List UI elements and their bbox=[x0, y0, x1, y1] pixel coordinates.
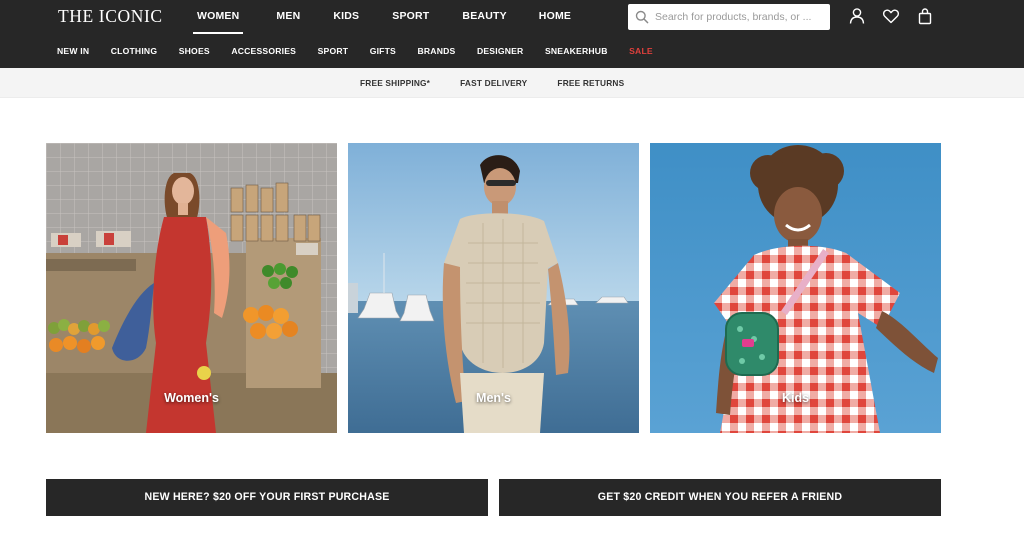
account-icon[interactable] bbox=[848, 7, 866, 25]
dept-men[interactable]: MEN bbox=[276, 0, 300, 34]
search-icon bbox=[635, 10, 649, 24]
search-box[interactable] bbox=[628, 4, 830, 30]
promo-free-shipping[interactable]: FREE SHIPPING* bbox=[360, 68, 430, 98]
nav-new-in[interactable]: NEW IN bbox=[57, 34, 89, 68]
promo-free-returns[interactable]: FREE RETURNS bbox=[557, 68, 624, 98]
first-purchase-offer-button[interactable]: NEW HERE? $20 OFF YOUR FIRST PURCHASE bbox=[46, 479, 488, 516]
tile-label-womens: Women's bbox=[164, 391, 219, 405]
kids-photo bbox=[650, 143, 941, 433]
site-header: THE ICONIC WOMEN MEN KIDS SPORT BEAUTY H… bbox=[0, 0, 1024, 68]
dept-beauty[interactable]: BEAUTY bbox=[462, 0, 506, 34]
dept-sport[interactable]: SPORT bbox=[392, 0, 429, 34]
logo[interactable]: THE ICONIC bbox=[58, 6, 163, 26]
womens-photo bbox=[46, 143, 337, 433]
category-tile-kids[interactable]: Kids bbox=[650, 143, 941, 433]
category-tile-mens[interactable]: Men's bbox=[348, 143, 639, 433]
nav-sport[interactable]: SPORT bbox=[318, 34, 349, 68]
search-input[interactable] bbox=[655, 5, 825, 29]
category-nav: NEW IN CLOTHING SHOES ACCESSORIES SPORT … bbox=[57, 34, 674, 68]
nav-shoes[interactable]: SHOES bbox=[179, 34, 210, 68]
dept-kids[interactable]: KIDS bbox=[333, 0, 359, 34]
promo-fast-delivery[interactable]: FAST DELIVERY bbox=[460, 68, 527, 98]
nav-sale[interactable]: SALE bbox=[629, 34, 653, 68]
nav-clothing[interactable]: CLOTHING bbox=[111, 34, 157, 68]
promo-strip: FREE SHIPPING* FAST DELIVERY FREE RETURN… bbox=[0, 68, 1024, 98]
dept-women[interactable]: WOMEN bbox=[192, 0, 244, 34]
department-nav: WOMEN MEN KIDS SPORT BEAUTY HOME bbox=[180, 0, 571, 34]
dept-home[interactable]: HOME bbox=[539, 0, 571, 34]
nav-accessories[interactable]: ACCESSORIES bbox=[231, 34, 296, 68]
nav-brands[interactable]: BRANDS bbox=[418, 34, 456, 68]
nav-sneakerhub[interactable]: SNEAKERHUB bbox=[545, 34, 608, 68]
tile-label-kids: Kids bbox=[781, 391, 810, 405]
nav-designer[interactable]: DESIGNER bbox=[477, 34, 524, 68]
shopping-bag-icon[interactable] bbox=[916, 7, 934, 25]
refer-friend-button[interactable]: GET $20 CREDIT WHEN YOU REFER A FRIEND bbox=[499, 479, 941, 516]
nav-gifts[interactable]: GIFTS bbox=[370, 34, 396, 68]
wishlist-heart-icon[interactable] bbox=[882, 7, 900, 25]
tile-label-mens: Men's bbox=[476, 391, 511, 405]
category-tile-womens[interactable]: Women's bbox=[46, 143, 337, 433]
mens-photo bbox=[348, 143, 639, 433]
